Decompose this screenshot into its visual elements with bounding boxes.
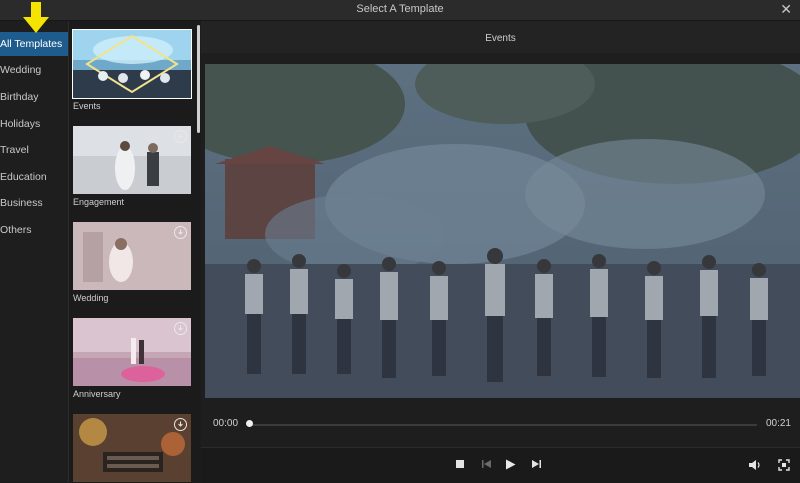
sidebar-item-holidays[interactable]: Holidays bbox=[0, 112, 68, 136]
download-icon[interactable] bbox=[174, 322, 187, 335]
download-icon[interactable] bbox=[174, 130, 187, 143]
sidebar-item-birthday[interactable]: Birthday bbox=[0, 85, 68, 109]
template-list[interactable]: Events Engagement Wedding Anniversary bbox=[69, 21, 200, 482]
events-thumbnail-image bbox=[73, 30, 191, 98]
template-thumbnail[interactable] bbox=[73, 414, 191, 482]
template-list-scrollbar[interactable] bbox=[197, 25, 200, 133]
stop-icon[interactable] bbox=[455, 459, 465, 469]
preview-video-frame bbox=[205, 64, 800, 398]
template-label: Engagement bbox=[73, 197, 125, 207]
template-thumbnail[interactable] bbox=[73, 318, 191, 386]
total-time: 00:21 bbox=[765, 418, 791, 429]
template-label: Anniversary bbox=[73, 389, 121, 399]
title-bar: Select A Template ✕ bbox=[0, 0, 800, 21]
next-frame-icon[interactable] bbox=[531, 459, 542, 469]
template-card-engagement[interactable]: Engagement bbox=[73, 126, 191, 207]
timeline: 00:00 00:21 bbox=[201, 411, 800, 437]
current-time: 00:00 bbox=[213, 418, 239, 429]
volume-icon[interactable] bbox=[748, 459, 762, 471]
yellow-arrow-down-icon bbox=[23, 2, 49, 33]
template-thumbnail[interactable] bbox=[72, 29, 192, 99]
preview-panel: Events 00:00 00:21 bbox=[201, 21, 800, 483]
download-icon[interactable] bbox=[174, 226, 187, 239]
category-sidebar: All Templates Wedding Birthday Holidays … bbox=[0, 21, 69, 482]
sidebar-item-others[interactable]: Others bbox=[0, 218, 68, 242]
fullscreen-icon[interactable] bbox=[778, 459, 790, 471]
sidebar-item-travel[interactable]: Travel bbox=[0, 138, 68, 162]
seek-track[interactable] bbox=[247, 424, 757, 426]
sidebar-item-all-templates[interactable]: All Templates bbox=[0, 32, 68, 56]
close-icon[interactable]: ✕ bbox=[780, 1, 792, 18]
template-label: Wedding bbox=[73, 293, 109, 303]
template-card-wedding[interactable]: Wedding bbox=[73, 222, 191, 303]
preview-title: Events bbox=[201, 21, 800, 53]
seek-handle[interactable] bbox=[246, 420, 253, 427]
sidebar-item-education[interactable]: Education bbox=[0, 165, 68, 189]
template-label: Events bbox=[73, 101, 101, 111]
template-thumbnail[interactable] bbox=[73, 222, 191, 290]
template-card-events[interactable]: Events bbox=[72, 29, 192, 111]
preview-video[interactable] bbox=[205, 64, 800, 398]
play-icon[interactable] bbox=[505, 459, 516, 470]
template-card-anniversary[interactable]: Anniversary bbox=[73, 318, 191, 399]
template-thumbnail[interactable] bbox=[73, 126, 191, 194]
sidebar-item-business[interactable]: Business bbox=[0, 191, 68, 215]
playback-controls bbox=[201, 447, 800, 483]
template-card-party[interactable] bbox=[73, 414, 191, 482]
previous-frame-icon[interactable] bbox=[481, 459, 492, 469]
download-icon[interactable] bbox=[174, 418, 187, 431]
window-title: Select A Template bbox=[356, 3, 444, 15]
sidebar-item-wedding[interactable]: Wedding bbox=[0, 58, 68, 82]
